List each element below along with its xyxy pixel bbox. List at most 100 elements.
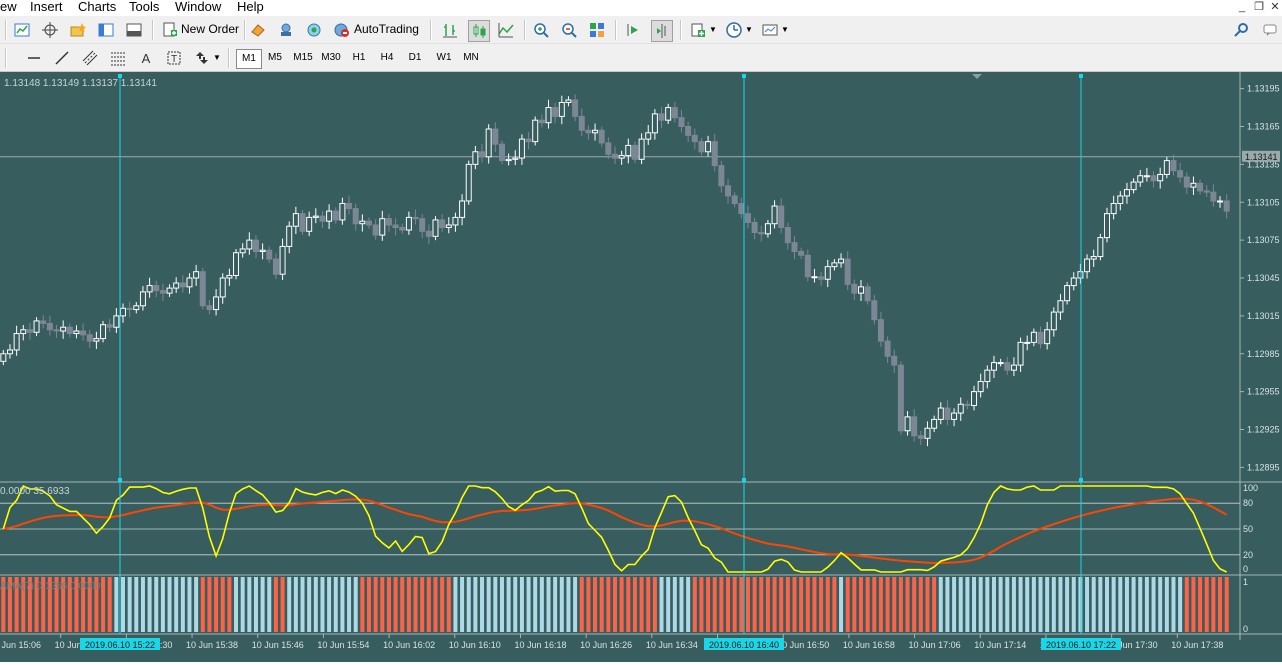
terminal-icon[interactable] — [124, 20, 144, 40]
horizontal-line-icon[interactable] — [24, 48, 44, 68]
autotrading-icon[interactable] — [332, 20, 352, 40]
menu-charts[interactable]: Charts — [78, 0, 116, 14]
new-order-icon[interactable] — [160, 20, 180, 40]
indicators-icon[interactable] — [688, 20, 708, 40]
timeframe-h1[interactable]: H1 — [348, 50, 370, 66]
histogram-bar — [1224, 577, 1229, 632]
crosshair-move-icon[interactable] — [40, 20, 60, 40]
histogram-bar — [240, 577, 245, 632]
indicators-dropdown-icon[interactable]: ▼ — [709, 25, 717, 34]
search-icon[interactable] — [1232, 20, 1252, 40]
histogram-bar — [825, 577, 830, 632]
timeframe-m5[interactable]: M5 — [264, 50, 286, 66]
timeframe-m1[interactable]: M1 — [236, 49, 262, 69]
text-label-icon[interactable]: T — [164, 48, 184, 68]
histogram-bar — [187, 577, 192, 632]
menu-insert[interactable]: Insert — [30, 0, 63, 14]
histogram-bar — [253, 577, 258, 632]
candle-body — [120, 307, 126, 317]
arrows-dropdown-icon[interactable]: ▼ — [213, 53, 221, 62]
periods-dropdown-icon[interactable]: ▼ — [745, 25, 753, 34]
candle-body — [545, 107, 552, 124]
timeframe-d1[interactable]: D1 — [404, 50, 426, 66]
candle-body — [292, 213, 299, 227]
templates-icon[interactable] — [760, 20, 780, 40]
candle-body — [811, 276, 818, 279]
chart-window[interactable]: 80 50 20 100 0 10 1.13195 1.13165 1.13135 1.131… — [0, 72, 1282, 662]
candle-body — [917, 435, 924, 439]
histogram-bar — [686, 577, 691, 632]
periods-clock-icon[interactable] — [724, 20, 744, 40]
trendline-icon[interactable] — [52, 48, 72, 68]
candle-body — [897, 364, 904, 432]
histogram-bar — [267, 577, 272, 632]
equidistant-channel-icon[interactable] — [80, 48, 100, 68]
arrows-icon[interactable] — [192, 48, 212, 68]
menu-tools[interactable]: Tools — [129, 0, 159, 14]
menu-help[interactable]: Help — [237, 0, 264, 14]
tile-windows-icon[interactable] — [587, 20, 607, 40]
candle-body — [213, 296, 220, 311]
histogram-bar — [426, 577, 431, 632]
histogram-bar — [639, 577, 644, 632]
candlestick-chart-icon[interactable] — [468, 20, 490, 42]
histogram-bar — [726, 577, 731, 632]
chat-icon[interactable] — [1260, 20, 1280, 40]
market-watch-icon[interactable] — [248, 20, 268, 40]
signals-icon[interactable] — [276, 20, 296, 40]
data-window-icon[interactable] — [304, 20, 324, 40]
histogram-bar — [227, 577, 232, 632]
candle-body — [153, 285, 160, 292]
timeframe-h4[interactable]: H4 — [376, 50, 398, 66]
zoom-in-icon[interactable] — [531, 20, 551, 40]
time-tick-label: 10 Jun 15:46 — [252, 640, 304, 650]
candle-body — [159, 290, 166, 294]
bar-chart-icon[interactable] — [440, 20, 460, 40]
histogram-bar — [925, 577, 930, 632]
auto-scroll-icon[interactable] — [651, 20, 673, 42]
candle-body — [319, 215, 326, 222]
candle-body — [944, 407, 951, 420]
new-order-button[interactable]: New Order — [181, 22, 239, 36]
candle-body — [286, 225, 293, 247]
histogram-bar — [134, 577, 139, 632]
candle-body — [1037, 331, 1044, 345]
candle-body — [625, 144, 632, 157]
fibonacci-icon[interactable] — [108, 48, 128, 68]
histogram-bar — [320, 577, 325, 632]
close-icon[interactable]: ✕ — [1267, 1, 1282, 14]
candle-body — [419, 218, 426, 232]
time-tick-label: 10 Jun 17:06 — [909, 640, 961, 650]
line-chart-icon[interactable] — [496, 20, 516, 40]
autotrading-button[interactable]: AutoTrading — [354, 22, 419, 36]
price-chart-canvas[interactable]: 8050201000 10 1.131951.131651.131351.131… — [0, 72, 1282, 662]
chart-shift-icon[interactable] — [623, 20, 643, 40]
candle-body — [385, 218, 392, 226]
candle-body — [744, 213, 751, 223]
candle-body — [1170, 160, 1177, 172]
histogram-bar — [905, 577, 910, 632]
histogram-bar — [513, 577, 518, 632]
candle-body — [1064, 285, 1071, 302]
timeframe-mn[interactable]: MN — [459, 50, 483, 66]
zoom-out-icon[interactable] — [559, 20, 579, 40]
new-chart-icon[interactable] — [12, 20, 32, 40]
favorites-icon[interactable] — [68, 20, 88, 40]
timeframe-m15[interactable]: M15 — [290, 50, 316, 66]
candle-body — [538, 119, 545, 124]
menu-view[interactable]: ew — [0, 0, 17, 14]
text-icon[interactable]: A — [136, 48, 156, 68]
restore-icon[interactable]: ❐ — [1251, 1, 1267, 14]
menu-window[interactable]: Window — [175, 0, 221, 14]
histogram-bar — [672, 577, 677, 632]
templates-dropdown-icon[interactable]: ▼ — [781, 25, 789, 34]
minimize-icon[interactable]: _ — [1234, 1, 1250, 14]
histogram-bar — [114, 577, 119, 632]
candle-body — [871, 300, 878, 321]
navigator-icon[interactable] — [96, 20, 116, 40]
timeframe-m30[interactable]: M30 — [318, 50, 344, 66]
candle-body — [618, 155, 625, 159]
histogram-bar — [692, 577, 697, 632]
timeframe-w1[interactable]: W1 — [432, 50, 456, 66]
ohlc-label: 1.13148 1.13149 1.13137 1.13141 — [4, 78, 157, 89]
